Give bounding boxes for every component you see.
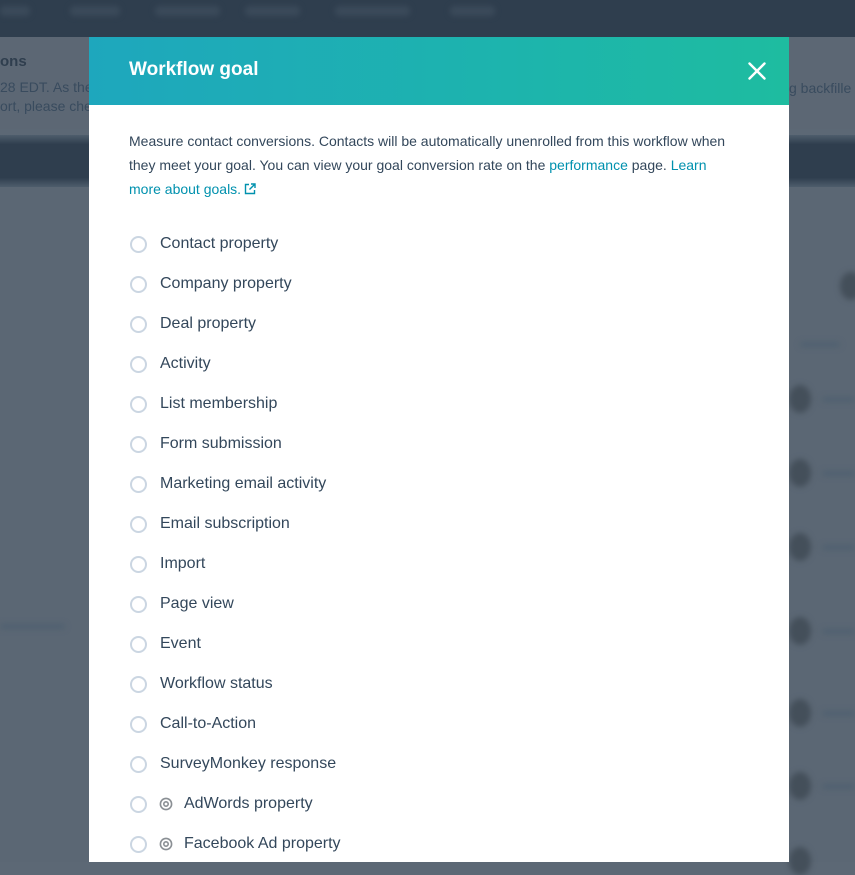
radio-button[interactable] (130, 835, 147, 853)
goal-option-label: Deal property (160, 315, 257, 332)
background-nav-item (155, 6, 220, 16)
background-avatar (789, 533, 811, 561)
goal-option-label: AdWords property (184, 795, 313, 812)
goal-option-label: Marketing email activity (160, 475, 327, 492)
performance-link[interactable]: performance (549, 157, 628, 173)
radio-button[interactable] (130, 395, 147, 413)
background-avatar (789, 847, 811, 875)
goal-option-label: Form submission (160, 435, 282, 452)
background-top-nav (0, 0, 855, 37)
background-text (822, 784, 855, 789)
goal-option-label: Event (160, 635, 201, 652)
goal-option-import[interactable]: Import (129, 544, 749, 584)
description-text: page. (627, 157, 671, 173)
goal-option-list-membership[interactable]: List membership (129, 384, 749, 424)
workflow-goal-modal: Workflow goal Measure contact conversion… (89, 37, 789, 862)
radio-button[interactable] (130, 275, 147, 293)
radio-button[interactable] (130, 635, 147, 653)
background-avatar (789, 699, 811, 727)
background-nav-item (245, 6, 300, 16)
radio-button[interactable] (130, 595, 147, 613)
goal-option-workflow-status[interactable]: Workflow status (129, 664, 749, 704)
goal-option-label: Call-to-Action (160, 715, 257, 732)
radio-button[interactable] (130, 475, 147, 493)
goal-option-label: Facebook Ad property (184, 835, 341, 852)
background-nav-item (70, 6, 120, 16)
close-button[interactable] (745, 59, 769, 83)
modal-title: Workflow goal (129, 59, 259, 80)
radio-button[interactable] (130, 235, 147, 253)
target-icon (159, 797, 173, 811)
goal-option-label: List membership (160, 395, 278, 412)
goal-option-event[interactable]: Event (129, 624, 749, 664)
goal-description: Measure contact conversions. Contacts wi… (129, 129, 739, 202)
goal-option-page-view[interactable]: Page view (129, 584, 749, 624)
goal-option-label: Import (160, 555, 206, 572)
background-avatar (789, 385, 811, 413)
background-text (822, 397, 855, 402)
goal-option-label: Activity (160, 355, 211, 372)
radio-button[interactable] (130, 795, 147, 813)
external-link-icon (244, 178, 256, 202)
background-nav-item (335, 6, 410, 16)
background-banner-text: 28 EDT. As the (0, 79, 93, 95)
goal-type-options: Contact property Company property Deal p… (129, 224, 749, 862)
goal-option-form-submission[interactable]: Form submission (129, 424, 749, 464)
goal-option-email-subscription[interactable]: Email subscription (129, 504, 749, 544)
background-avatar (789, 772, 811, 800)
radio-button[interactable] (130, 715, 147, 733)
goal-option-marketing-email-activity[interactable]: Marketing email activity (129, 464, 749, 504)
background-nav-item (450, 6, 495, 16)
background-avatar (789, 617, 811, 645)
goal-option-activity[interactable]: Activity (129, 344, 749, 384)
goal-option-adwords-property[interactable]: AdWords property (129, 784, 749, 824)
goal-option-deal-property[interactable]: Deal property (129, 304, 749, 344)
radio-button[interactable] (130, 555, 147, 573)
background-avatar (789, 459, 811, 487)
radio-button[interactable] (130, 435, 147, 453)
background-banner-text: g backfille (789, 80, 852, 96)
target-icon (159, 837, 173, 851)
radio-button[interactable] (130, 755, 147, 773)
goal-option-label: Workflow status (160, 675, 273, 692)
background-nav-item (0, 6, 30, 16)
goal-option-label: Page view (160, 595, 234, 612)
goal-option-call-to-action[interactable]: Call-to-Action (129, 704, 749, 744)
background-text (822, 471, 855, 476)
background-shape (840, 272, 855, 300)
background-text (822, 711, 855, 716)
background-text (0, 624, 65, 629)
background-text (822, 545, 855, 550)
background-banner-text: ort, please che (0, 98, 92, 114)
goal-option-facebook-ad-property[interactable]: Facebook Ad property (129, 824, 749, 862)
goal-option-label: Contact property (160, 235, 279, 252)
goal-option-label: Company property (160, 275, 292, 292)
background-text (800, 342, 840, 347)
goal-option-label: SurveyMonkey response (160, 755, 337, 772)
background-text (822, 629, 855, 634)
background-banner-title: ons (0, 53, 27, 70)
goal-option-surveymonkey-response[interactable]: SurveyMonkey response (129, 744, 749, 784)
radio-button[interactable] (130, 355, 147, 373)
radio-button[interactable] (130, 515, 147, 533)
radio-button[interactable] (130, 315, 147, 333)
close-icon (748, 62, 766, 80)
goal-option-label: Email subscription (160, 515, 290, 532)
modal-body: Measure contact conversions. Contacts wi… (89, 105, 789, 862)
radio-button[interactable] (130, 675, 147, 693)
goal-option-company-property[interactable]: Company property (129, 264, 749, 304)
modal-header: Workflow goal (89, 37, 789, 105)
goal-option-contact-property[interactable]: Contact property (129, 224, 749, 264)
